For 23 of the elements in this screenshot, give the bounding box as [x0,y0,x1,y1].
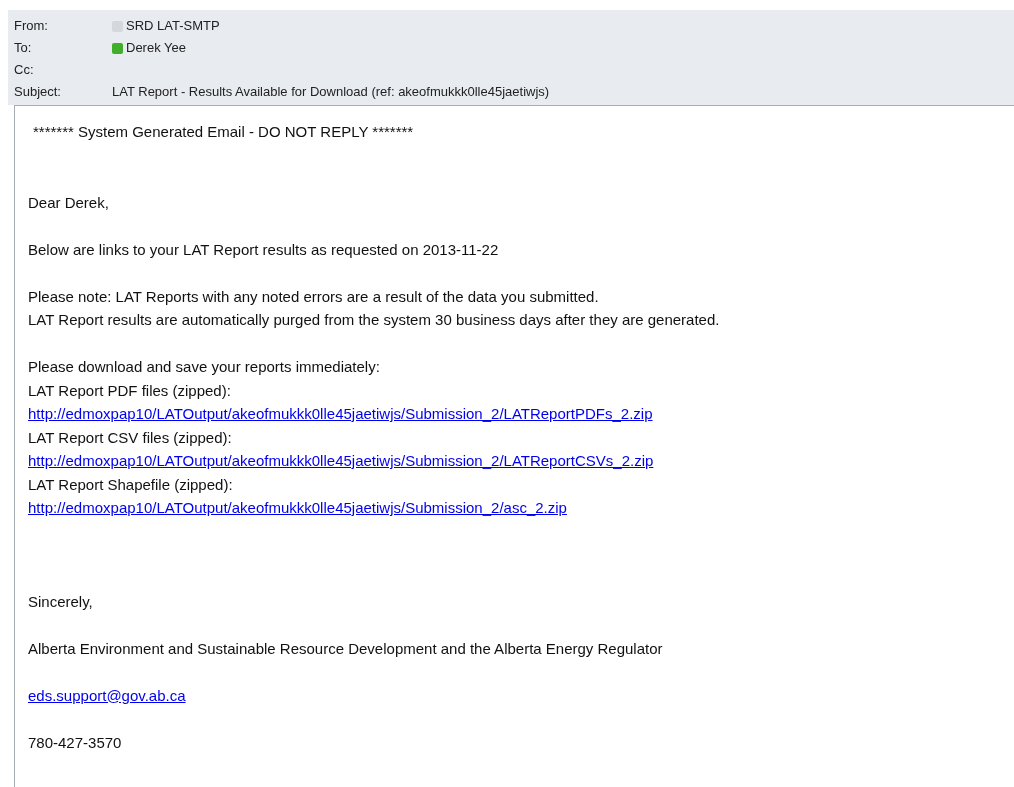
body-text: LAT Report Shapefile (zipped): [28,474,233,495]
body-text: 780-427-3570 [28,732,122,753]
field-value: LAT Report - Results Available for Download (ref: akeofmukkk0lle45jaetiwjs) [112,83,550,102]
body-text: Below are links to your LAT Report results as requested on 2013-11-22 [28,239,499,260]
field-value[interactable]: SRD LAT-SMTP [126,16,220,36]
field-label: To: [14,39,33,58]
field-label: From: [14,17,49,36]
body-text: Sincerely, [28,591,93,612]
body-text: Dear Derek, [28,192,109,213]
body-text: LAT Report results are automatically purged from the system 30 business days after they are generated. [28,310,720,330]
link[interactable]: http://edmoxpap10/LATOutput/akeofmukkk0lle45jaetiwjs/Submission_2/LATReportPDFs_2.zip [28,405,653,422]
body-text: LAT Report PDF files (zipped): [28,380,231,401]
field-label: Subject: [14,83,62,102]
body-text: Alberta Environment and Sustainable Resource Development and the Alberta Energy Regulator [28,638,663,659]
body-text: ******* System Generated Email - DO NOT REPLY ******* [33,122,414,142]
field-value[interactable]: Derek Yee [126,38,186,58]
link[interactable]: eds.support@gov.ab.ca [28,686,186,704]
link[interactable]: http://edmoxpap10/LATOutput/akeofmukkk0lle45jaetiwjs/Submission_2/asc_2.zip [28,499,567,516]
body-text: LAT Report CSV files (zipped): [28,427,232,448]
field-label: Cc: [14,61,35,80]
link[interactable]: http://edmoxpap10/LATOutput/akeofmukkk0lle45jaetiwjs/Submission_2/LATReportCSVs_2.zip [28,452,654,469]
body-text: Please note: LAT Reports with any noted errors are a result of the data you submitted. [28,286,599,307]
body-text: Please download and save your reports immediately: [28,357,380,377]
